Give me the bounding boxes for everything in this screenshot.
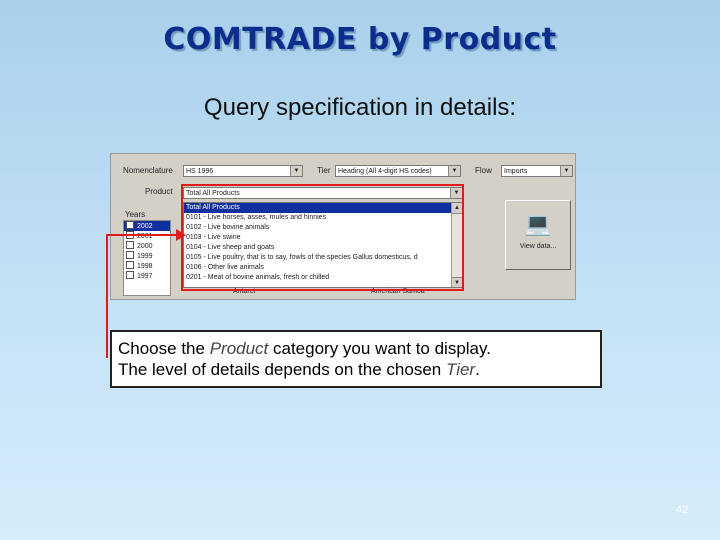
year-label: 1999 [137, 253, 153, 260]
callout-emphasis: Tier [445, 360, 476, 379]
years-list[interactable]: 2002 2001 2000 1999 1998 1997 [123, 220, 171, 296]
callout-text: Choose the [118, 339, 210, 358]
arrow-right-icon [176, 229, 186, 241]
view-data-label: View data... [519, 243, 557, 250]
year-label: 2000 [137, 243, 153, 250]
checkbox-icon [126, 241, 134, 249]
tier-select[interactable]: Heading (All 4-digit HS codes) ▼ [335, 165, 461, 177]
product-label: Product [145, 187, 173, 196]
slide-title: COMTRADE by Product [163, 22, 557, 57]
callout-emphasis: Product [209, 339, 269, 358]
nomenclature-label: Nomenclature [123, 166, 173, 175]
year-item[interactable]: 1999 [124, 251, 170, 261]
year-item[interactable]: 2001 [124, 231, 170, 241]
flow-value: Imports [504, 168, 528, 175]
product-highlight-box [181, 184, 464, 291]
tier-label: Tier [317, 166, 331, 175]
computer-icon: 💻 [524, 211, 552, 236]
view-data-button[interactable]: 💻 View data... [505, 200, 571, 270]
year-item[interactable]: 2002 [124, 221, 170, 231]
page-number: 42 [675, 504, 689, 516]
tier-value: Heading (All 4-digit HS codes) [338, 168, 432, 175]
nomenclature-value: HS 1996 [186, 168, 214, 175]
chevron-down-icon: ▼ [448, 166, 460, 176]
year-item[interactable]: 1997 [124, 271, 170, 281]
checkbox-icon [126, 251, 134, 259]
flow-label: Flow [475, 166, 492, 175]
callout-text: The level of details depends on the chos… [118, 360, 446, 379]
callout-box: Choose the Product category you want to … [110, 330, 602, 388]
checkbox-icon [126, 261, 134, 269]
callout-text: category you want to display. [268, 339, 491, 358]
checkbox-icon [126, 221, 134, 229]
callout-line-1: Choose the Product category you want to … [118, 338, 594, 359]
year-label: 1997 [137, 273, 153, 280]
callout-connector [106, 234, 108, 358]
callout-line-2: The level of details depends on the chos… [118, 359, 594, 380]
slide-subtitle: Query specification in details: [203, 94, 517, 121]
year-label: 1998 [137, 263, 153, 270]
callout-connector [106, 234, 178, 236]
nomenclature-select[interactable]: HS 1996 ▼ [183, 165, 303, 177]
callout-text: . [475, 360, 480, 379]
years-label: Years [125, 210, 146, 219]
year-label: 2002 [137, 223, 153, 230]
year-item[interactable]: 1998 [124, 261, 170, 271]
chevron-down-icon: ▼ [290, 166, 302, 176]
flow-select[interactable]: Imports ▼ [501, 165, 573, 177]
chevron-down-icon: ▼ [560, 166, 572, 176]
year-item[interactable]: 2000 [124, 241, 170, 251]
checkbox-icon [126, 271, 134, 279]
